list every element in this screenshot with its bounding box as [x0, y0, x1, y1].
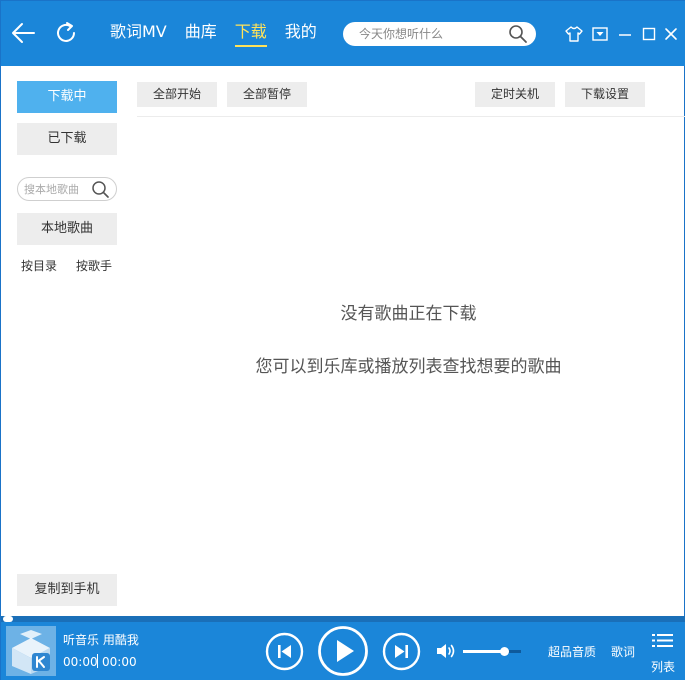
menu-dropdown-icon[interactable] [591, 25, 609, 43]
search-icon[interactable] [508, 24, 528, 44]
search-placeholder: 今天你想听什么 [359, 27, 444, 41]
search-input[interactable]: 今天你想听什么 [343, 22, 536, 46]
empty-state-title: 没有歌曲正在下载 [340, 304, 477, 324]
total-time: 00:00 [102, 655, 137, 669]
header-bar: 歌词MV 曲库 下载 我的 今天你想听什么 [1, 1, 685, 66]
nav-mine[interactable]: 我的 [285, 21, 317, 47]
volume-icon[interactable] [435, 641, 457, 661]
start-all-button[interactable]: 全部开始 [137, 82, 217, 107]
by-directory-link[interactable]: 按目录 [21, 257, 57, 274]
downloading-button[interactable]: 下载中 [17, 81, 117, 113]
sidebar: 下载中 已下载 搜本地歌曲 本地歌曲 按目录 按歌手 复制到手机 [1, 66, 131, 616]
nav-library[interactable]: 曲库 [185, 21, 217, 47]
next-track-button[interactable] [382, 632, 421, 671]
play-button[interactable] [317, 625, 369, 677]
album-cover[interactable] [6, 626, 56, 676]
skin-icon[interactable] [565, 25, 583, 43]
previous-icon [265, 632, 304, 671]
previous-track-button[interactable] [265, 632, 304, 671]
track-title[interactable]: 听音乐 用酷我 [63, 631, 139, 648]
toolbar-divider [137, 116, 685, 117]
local-search-input[interactable]: 搜本地歌曲 [17, 177, 117, 201]
local-songs-button[interactable]: 本地歌曲 [17, 213, 117, 245]
main-content: 全部开始 全部暂停 定时关机 下载设置 没有歌曲正在下载 您可以到乐库或播放列表… [131, 66, 685, 616]
close-icon[interactable] [662, 25, 680, 43]
nav-lyrics-mv[interactable]: 歌词MV [110, 21, 167, 47]
list-icon [652, 634, 673, 647]
timer-shutdown-button[interactable]: 定时关机 [475, 82, 555, 107]
back-arrow-icon[interactable] [9, 19, 37, 47]
app-window: 歌词MV 曲库 下载 我的 今天你想听什么 下载中 已下载 搜本地歌曲 本地歌曲… [0, 0, 685, 680]
next-icon [382, 632, 421, 671]
current-time: 00:00 [63, 655, 98, 669]
volume-slider[interactable] [463, 647, 521, 656]
lyrics-button[interactable]: 歌词 [611, 643, 635, 660]
playlist-label: 列表 [650, 660, 675, 674]
search-icon[interactable] [91, 180, 110, 199]
nav-download[interactable]: 下载 [234, 21, 267, 47]
play-icon [318, 626, 368, 676]
minimize-icon[interactable] [616, 25, 634, 43]
by-singer-link[interactable]: 按歌手 [76, 257, 112, 274]
downloaded-button[interactable]: 已下载 [17, 123, 117, 155]
copy-to-phone-button[interactable]: 复制到手机 [17, 574, 117, 606]
playlist-button[interactable]: 列表 [649, 630, 677, 674]
pause-all-button[interactable]: 全部暂停 [227, 82, 307, 107]
refresh-icon[interactable] [52, 19, 80, 47]
download-settings-button[interactable]: 下载设置 [565, 82, 645, 107]
volume-fill [463, 650, 505, 653]
empty-state-subtitle: 您可以到乐库或播放列表查找想要的歌曲 [255, 357, 562, 377]
time-divider [97, 654, 98, 668]
maximize-icon[interactable] [640, 25, 658, 43]
player-bar: 听音乐 用酷我 00:00 00:00 超品音质 歌词 列表 [1, 622, 685, 680]
quality-button[interactable]: 超品音质 [548, 643, 596, 660]
volume-knob[interactable] [500, 647, 510, 656]
local-search-placeholder: 搜本地歌曲 [24, 183, 79, 196]
main-nav: 歌词MV 曲库 下载 我的 [110, 21, 335, 47]
